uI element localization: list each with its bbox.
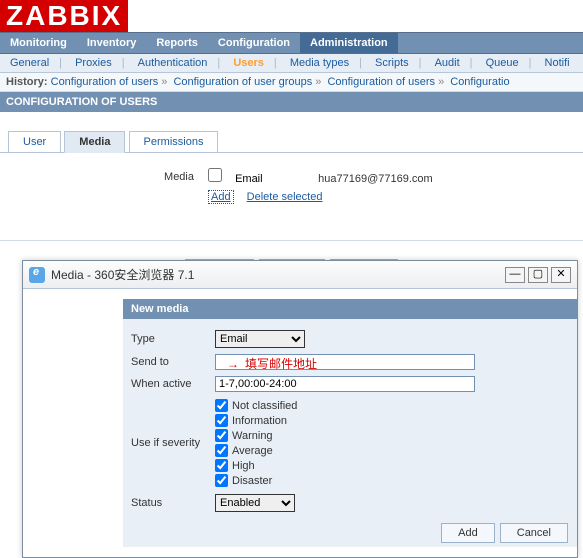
close-button[interactable]: ✕	[551, 267, 571, 283]
main-nav: MonitoringInventoryReportsConfigurationA…	[0, 32, 583, 54]
type-select[interactable]: Email	[215, 330, 305, 348]
history-link-0[interactable]: Configuration of users	[51, 76, 159, 88]
sub-media-types[interactable]: Media types	[280, 57, 359, 69]
sev-high-checkbox[interactable]	[215, 459, 228, 472]
sev-average-label: Average	[228, 445, 273, 457]
page-tabs: User Media Permissions	[0, 124, 583, 153]
sev-disaster-label: Disaster	[228, 475, 272, 487]
logo: ZABBIX	[0, 0, 128, 32]
sev-not-classified-checkbox[interactable]	[215, 399, 228, 412]
sub-authentication[interactable]: Authentication	[128, 57, 218, 69]
when-active-label: When active	[131, 378, 215, 390]
sev-not-classified-label: Not classified	[228, 400, 297, 412]
new-media-window: Media - 360安全浏览器 7.1 — ▢ ✕ New media Typ…	[22, 260, 578, 558]
nav-monitoring[interactable]: Monitoring	[0, 33, 77, 53]
sev-average-checkbox[interactable]	[215, 444, 228, 457]
sev-warning-checkbox[interactable]	[215, 429, 228, 442]
sendto-label: Send to	[131, 356, 215, 368]
maximize-button[interactable]: ▢	[528, 267, 548, 283]
type-label: Type	[131, 333, 215, 345]
history-bar: History: Configuration of users» Configu…	[0, 73, 583, 92]
nav-configuration[interactable]: Configuration	[208, 33, 300, 53]
sev-high-label: High	[228, 460, 255, 472]
media-row-checkbox[interactable]	[208, 168, 222, 182]
panel-title: New media	[123, 299, 577, 319]
modal-title: Media - 360安全浏览器 7.1	[51, 266, 502, 283]
sendto-input[interactable]	[215, 354, 475, 370]
sev-warning-label: Warning	[228, 430, 273, 442]
delete-selected-link[interactable]: Delete selected	[247, 191, 323, 203]
status-label: Status	[131, 497, 215, 509]
page-title: CONFIGURATION OF USERS	[0, 92, 583, 112]
sev-information-checkbox[interactable]	[215, 414, 228, 427]
history-link-2[interactable]: Configuration of users	[327, 76, 435, 88]
history-link-1[interactable]: Configuration of user groups	[173, 76, 312, 88]
nav-reports[interactable]: Reports	[146, 33, 208, 53]
tab-permissions[interactable]: Permissions	[129, 131, 219, 153]
sub-proxies[interactable]: Proxies	[65, 57, 122, 69]
sub-notifications[interactable]: Notifi	[535, 57, 580, 69]
sev-information-label: Information	[228, 415, 287, 427]
sub-general[interactable]: General	[0, 57, 59, 69]
minimize-button[interactable]: —	[505, 267, 525, 283]
sub-scripts[interactable]: Scripts	[365, 57, 419, 69]
browser-icon	[29, 267, 45, 283]
history-link-3[interactable]: Configuratio	[450, 76, 509, 88]
tab-media[interactable]: Media	[64, 131, 125, 153]
media-label: Media	[8, 171, 208, 183]
nav-inventory[interactable]: Inventory	[77, 33, 147, 53]
modal-add-button[interactable]: Add	[441, 523, 495, 543]
severity-label: Use if severity	[131, 437, 215, 449]
history-label: History:	[6, 76, 48, 88]
tab-user[interactable]: User	[8, 131, 61, 153]
status-select[interactable]: Enabled	[215, 494, 295, 512]
nav-administration[interactable]: Administration	[300, 33, 398, 53]
modal-cancel-button[interactable]: Cancel	[500, 523, 568, 543]
when-active-input[interactable]	[215, 376, 475, 392]
sub-users[interactable]: Users	[223, 57, 274, 69]
add-media-link[interactable]: Add	[208, 190, 234, 204]
media-type-cell: Email	[235, 173, 315, 185]
sub-nav: General| Proxies| Authentication| Users|…	[0, 54, 583, 73]
sub-audit[interactable]: Audit	[425, 57, 470, 69]
media-value-cell: hua77169@77169.com	[318, 173, 468, 185]
sub-queue[interactable]: Queue	[476, 57, 529, 69]
sev-disaster-checkbox[interactable]	[215, 474, 228, 487]
